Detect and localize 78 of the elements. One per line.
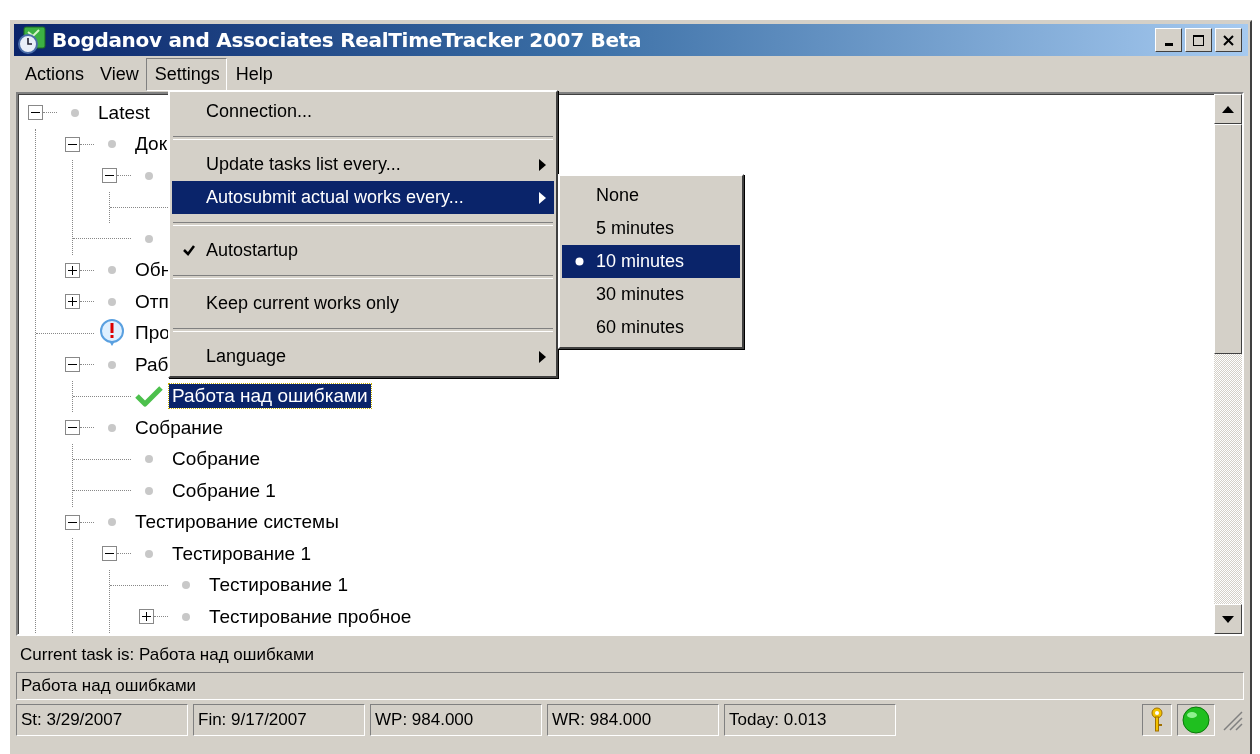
bullet-icon xyxy=(144,548,154,559)
bullet-icon xyxy=(107,265,117,276)
bullet-icon xyxy=(144,170,154,181)
tree-item[interactable]: Тестирование пробное xyxy=(206,604,415,629)
collapse-icon[interactable] xyxy=(102,546,117,562)
bullet-icon xyxy=(107,517,117,528)
tree-item[interactable]: Док xyxy=(132,132,170,157)
maximize-button[interactable] xyxy=(1185,28,1212,52)
bullet-icon xyxy=(144,233,154,244)
bullet-icon xyxy=(144,454,154,465)
menu-option[interactable]: Autostartup xyxy=(172,234,554,267)
menu-item[interactable]: Actions xyxy=(16,57,92,91)
tree-item[interactable]: Собрание xyxy=(132,415,226,440)
scrollbar[interactable] xyxy=(1214,94,1242,634)
bullet-icon xyxy=(107,139,117,150)
bullet-icon xyxy=(181,580,191,591)
bullet-icon xyxy=(70,107,80,118)
expand-icon[interactable] xyxy=(65,294,80,310)
expand-icon[interactable] xyxy=(139,609,154,625)
menu-option[interactable]: 10 minutes xyxy=(562,245,740,278)
collapse-icon[interactable] xyxy=(65,420,80,436)
tree-item[interactable]: Отп xyxy=(132,289,172,314)
collapse-icon[interactable] xyxy=(65,357,80,373)
tree-item[interactable]: Latest xyxy=(95,100,153,125)
status-pane: WP: 984.000 xyxy=(370,704,542,736)
current-task-label: Current task is: Работа над ошибками xyxy=(19,644,316,666)
tree-item[interactable]: Собрание 1 xyxy=(169,478,279,503)
bullet-icon xyxy=(107,296,117,307)
collapse-icon[interactable] xyxy=(65,514,80,530)
menu-option[interactable]: Keep current works only xyxy=(172,287,554,320)
menu-option[interactable]: Update tasks list every... xyxy=(172,148,554,181)
status-pane: WR: 984.000 xyxy=(547,704,719,736)
status-pane: St: 3/29/2007 xyxy=(16,704,188,736)
submenu-arrow-icon xyxy=(539,191,546,204)
tree-item[interactable]: Раб xyxy=(132,352,172,377)
connection-status-icon xyxy=(1182,706,1210,734)
bullet-icon xyxy=(181,611,191,622)
collapse-icon[interactable] xyxy=(65,136,80,152)
menu-option[interactable]: 5 minutes xyxy=(562,212,740,245)
close-icon xyxy=(1221,33,1236,47)
submenu-arrow-icon xyxy=(539,350,546,363)
bullet-icon xyxy=(107,359,117,370)
up-arrow-icon xyxy=(1222,105,1234,113)
window-title: Bogdanov and Associates RealTimeTracker 2007 Beta xyxy=(52,28,643,52)
minimize-button[interactable] xyxy=(1155,28,1182,52)
key-icon xyxy=(1149,707,1165,733)
check-icon xyxy=(135,385,163,408)
expand-icon[interactable] xyxy=(65,262,80,278)
down-arrow-icon xyxy=(1222,615,1234,623)
bullet-icon xyxy=(107,422,117,433)
collapse-icon[interactable] xyxy=(28,105,43,121)
menu-option[interactable]: Connection... xyxy=(172,95,554,128)
alert-icon xyxy=(99,319,125,348)
tree-item[interactable]: Работа над ошибками xyxy=(169,384,371,409)
maximize-icon xyxy=(1191,33,1206,47)
bullet-icon xyxy=(144,485,154,496)
minimize-icon xyxy=(1164,42,1173,46)
task-name-field: Работа над ошибками xyxy=(16,672,1244,700)
menu-item[interactable]: Help xyxy=(226,57,280,91)
status-pane: Fin: 9/17/2007 xyxy=(193,704,365,736)
menu-item[interactable]: View xyxy=(91,57,146,91)
menu-option[interactable]: None xyxy=(562,179,740,212)
scroll-up-button[interactable] xyxy=(1214,94,1242,124)
tree-item[interactable]: Тестирование 1 xyxy=(206,573,352,598)
submenu-arrow-icon xyxy=(539,158,546,171)
scroll-down-button[interactable] xyxy=(1214,604,1242,634)
menu-option[interactable]: 60 minutes xyxy=(562,311,740,344)
status-pane: Today: 0.013 xyxy=(724,704,896,736)
tree-item[interactable]: Собрание xyxy=(169,447,263,472)
app-clock-icon xyxy=(18,26,46,54)
menu-option[interactable]: 30 minutes xyxy=(562,278,740,311)
tree-item[interactable]: Тестирование системы xyxy=(132,510,342,535)
tree-item[interactable]: Тестирование 1 xyxy=(169,541,315,566)
scroll-thumb[interactable] xyxy=(1214,124,1242,354)
menu-option[interactable]: Language xyxy=(172,340,554,373)
collapse-icon[interactable] xyxy=(102,168,117,184)
menu-option[interactable]: Autosubmit actual works every... xyxy=(172,181,554,214)
close-button[interactable] xyxy=(1215,28,1242,52)
